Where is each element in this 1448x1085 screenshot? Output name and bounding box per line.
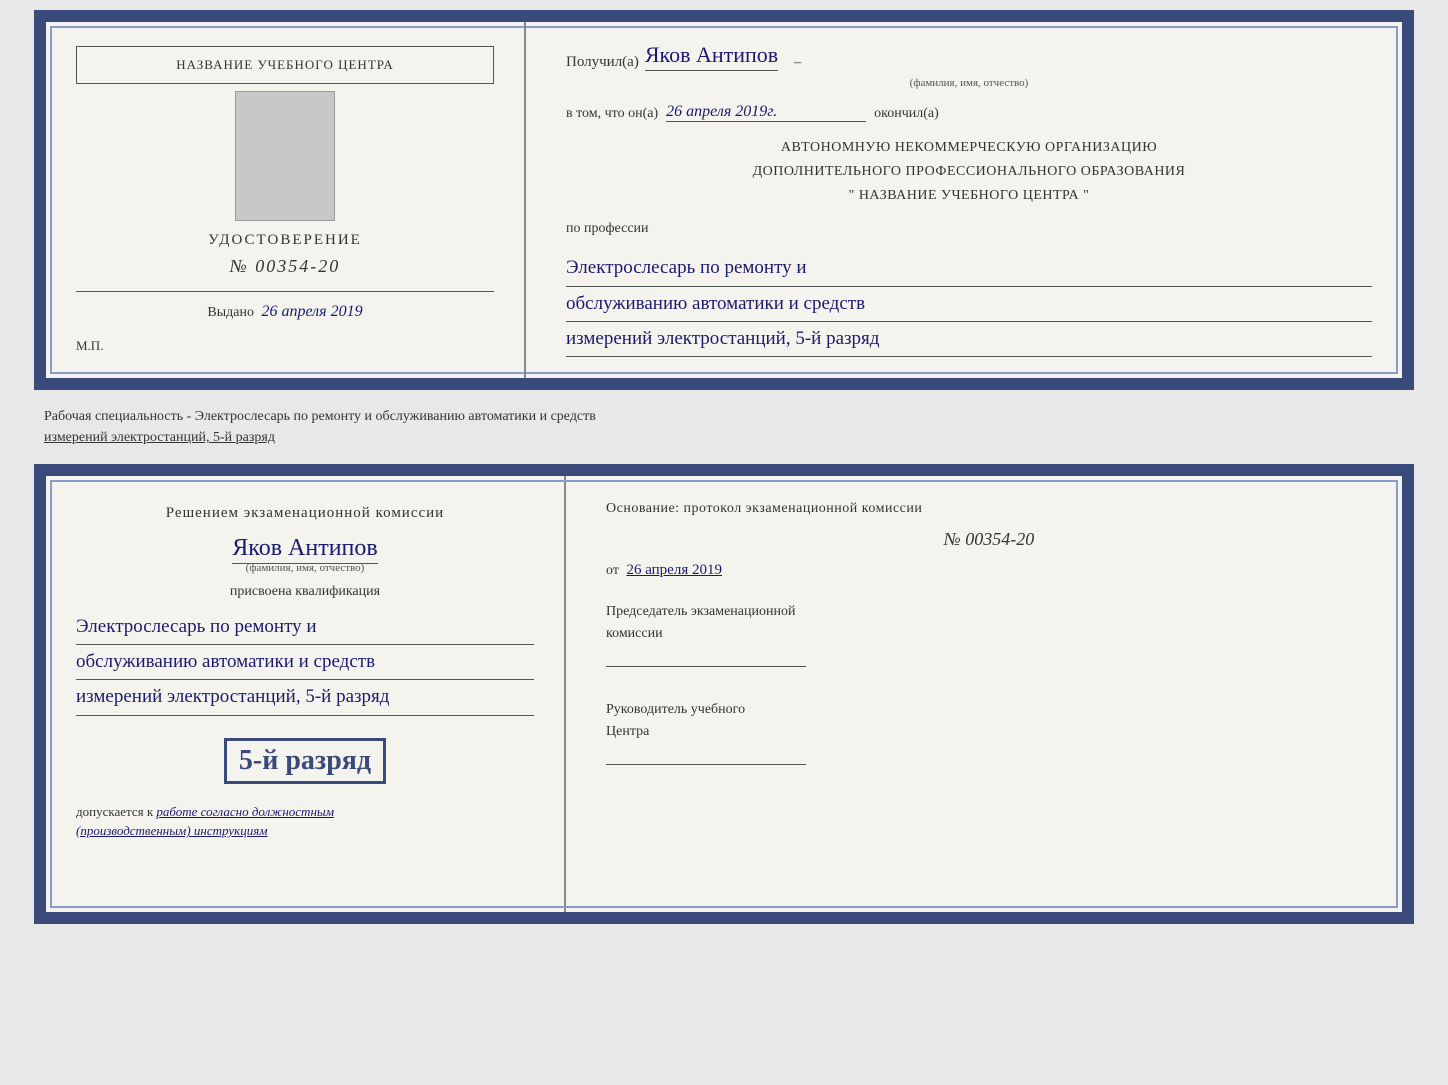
bottom-recipient-subtext: (фамилия, имя, отчество) [76,562,534,574]
director-section: Руководитель учебного Центра [606,699,1372,765]
assigned-label: присвоена квалификация [76,584,534,600]
profession-text-top: Электрослесарь по ремонту и обслуживанию… [566,251,1372,357]
prof-line2-top: обслуживанию автоматики и средств [566,287,1372,322]
bottom-recipient-name: Яков Антипов [232,535,377,564]
cert-bottom-right: Основание: протокол экзаменационной коми… [566,476,1402,912]
director-sig-line [606,764,806,765]
info-line1: Рабочая специальность - Электрослесарь п… [44,409,596,424]
photo-placeholder [235,91,335,221]
cert-title: УДОСТОВЕРЕНИЕ № 00354-20 [208,228,362,281]
decision-label: Решением экзаменационной комиссии [166,505,444,521]
fact-line: в том, что он(а) 26 апреля 2019г. окончи… [566,103,1372,122]
certificate-bottom: Решением экзаменационной комиссии Яков А… [34,464,1414,924]
received-line: Получил(а) Яков Антипов – [566,42,1372,71]
cert-number: № 00354-20 [230,256,340,276]
cert-top-left: НАЗВАНИЕ УЧЕБНОГО ЦЕНТРА УДОСТОВЕРЕНИЕ №… [46,22,526,378]
director-label1: Руководитель учебного [606,702,745,717]
info-text-block: Рабочая специальность - Электрослесарь п… [34,400,1414,454]
chairman-section: Председатель экзаменационной комиссии [606,601,1372,667]
received-prefix: Получил(а) [566,54,639,71]
chairman-sig-line [606,666,806,667]
protocol-number: № 00354-20 [606,529,1372,550]
bottom-name-line: Яков Антипов (фамилия, имя, отчество) [76,535,534,574]
mp-label: М.П. [76,338,103,354]
rank-highlight-container: 5-й разряд [76,734,534,784]
org-line1: АВТОНОМНУЮ НЕКОММЕРЧЕСКУЮ ОРГАНИЗАЦИЮ [781,140,1157,155]
допускается-line: допускается к работе согласно должностны… [76,802,534,841]
from-label: от [606,563,619,578]
protocol-date: от 26 апреля 2019 [606,562,1372,579]
profession-text-bottom: Электрослесарь по ремонту и обслуживанию… [76,610,534,716]
issued-label: Выдано [207,305,254,320]
prof-line3-bottom: измерений электростанций, 5-й разряд [76,680,534,715]
finished-label: окончил(а) [874,106,939,122]
fact-prefix: в том, что он(а) [566,106,658,122]
decision-title: Решением экзаменационной комиссии [76,501,534,525]
school-name-label: НАЗВАНИЕ УЧЕБНОГО ЦЕНТРА [76,46,494,84]
cert-bottom-left: Решением экзаменационной комиссии Яков А… [46,476,566,912]
org-line2: ДОПОЛНИТЕЛЬНОГО ПРОФЕССИОНАЛЬНОГО ОБРАЗО… [753,164,1186,179]
prof-line1-top: Электрослесарь по ремонту и [566,251,1372,286]
basis-label: Основание: протокол экзаменационной коми… [606,501,1372,517]
from-date: 26 апреля 2019 [626,562,722,578]
rank-highlight: 5-й разряд [224,738,386,784]
инструкции-text: (производственным) инструкциям [76,823,268,838]
cert-title-line1: УДОСТОВЕРЕНИЕ [208,232,362,248]
prof-line1-bottom: Электрослесарь по ремонту и [76,610,534,645]
profession-label-top: по профессии [566,221,1372,237]
certificate-top: НАЗВАНИЕ УЧЕБНОГО ЦЕНТРА УДОСТОВЕРЕНИЕ №… [34,10,1414,390]
recipient-name-top: Яков Антипов [645,42,778,71]
chairman-text1: Председатель экзаменационной [606,604,795,619]
recipient-subtext-top: (фамилия, имя, отчество) [566,77,1372,89]
fact-date: 26 апреля 2019г. [666,103,866,122]
info-line2: измерений электростанций, 5-й разряд [44,430,275,445]
cert-top-right: Получил(а) Яков Антипов – (фамилия, имя,… [526,22,1402,378]
director-label2: Центра [606,724,649,739]
допускается-text: работе согласно должностным [156,804,334,819]
допускается-label: допускается к [76,804,153,819]
chairman-text2: комиссии [606,626,663,641]
issued-date: 26 апреля 2019 [261,303,362,320]
org-text: АВТОНОМНУЮ НЕКОММЕРЧЕСКУЮ ОРГАНИЗАЦИЮ ДО… [566,136,1372,207]
prof-line3-top: измерений электростанций, 5-й разряд [566,322,1372,357]
org-line3: " НАЗВАНИЕ УЧЕБНОГО ЦЕНТРА " [849,188,1090,203]
chairman-label: Председатель экзаменационной комиссии [606,601,1372,646]
prof-line2-bottom: обслуживанию автоматики и средств [76,645,534,680]
